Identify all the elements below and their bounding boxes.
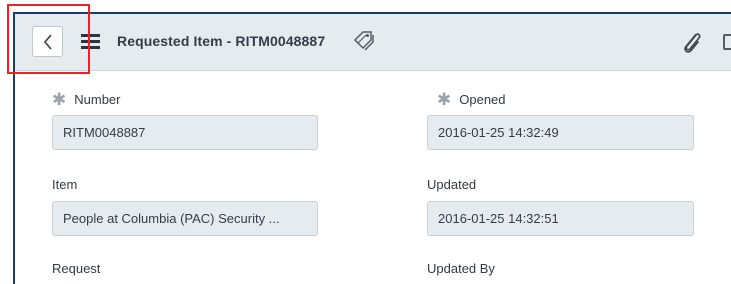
item-field[interactable]: People at Columbia (PAC) Security ... [52,201,318,236]
number-field[interactable]: RITM0048887 [52,115,318,150]
updated-by-label: Updated By [427,261,495,276]
request-label: Request [52,261,101,276]
paperclip-icon[interactable] [680,29,704,55]
record-form-frame: Requested Item - RITM0048887 ✱ Number RIT… [13,12,731,284]
form-header: Requested Item - RITM0048887 [15,14,731,71]
chevron-left-icon [43,33,52,50]
tags-icon[interactable] [352,29,376,53]
mandatory-star-icon: ✱ [437,90,452,109]
updated-field[interactable]: 2016-01-25 14:32:51 [427,201,694,236]
mandatory-star-icon: ✱ [52,90,67,109]
hamburger-menu-icon[interactable] [81,33,100,50]
more-icon[interactable] [723,34,731,50]
item-label: Item [52,177,78,192]
back-button[interactable] [32,26,63,57]
opened-label: ✱ Opened [437,90,506,109]
opened-field[interactable]: 2016-01-25 14:32:49 [427,115,694,150]
number-label: ✱ Number [52,90,121,109]
form-title: Requested Item - RITM0048887 [117,33,326,49]
updated-label: Updated [427,177,477,192]
